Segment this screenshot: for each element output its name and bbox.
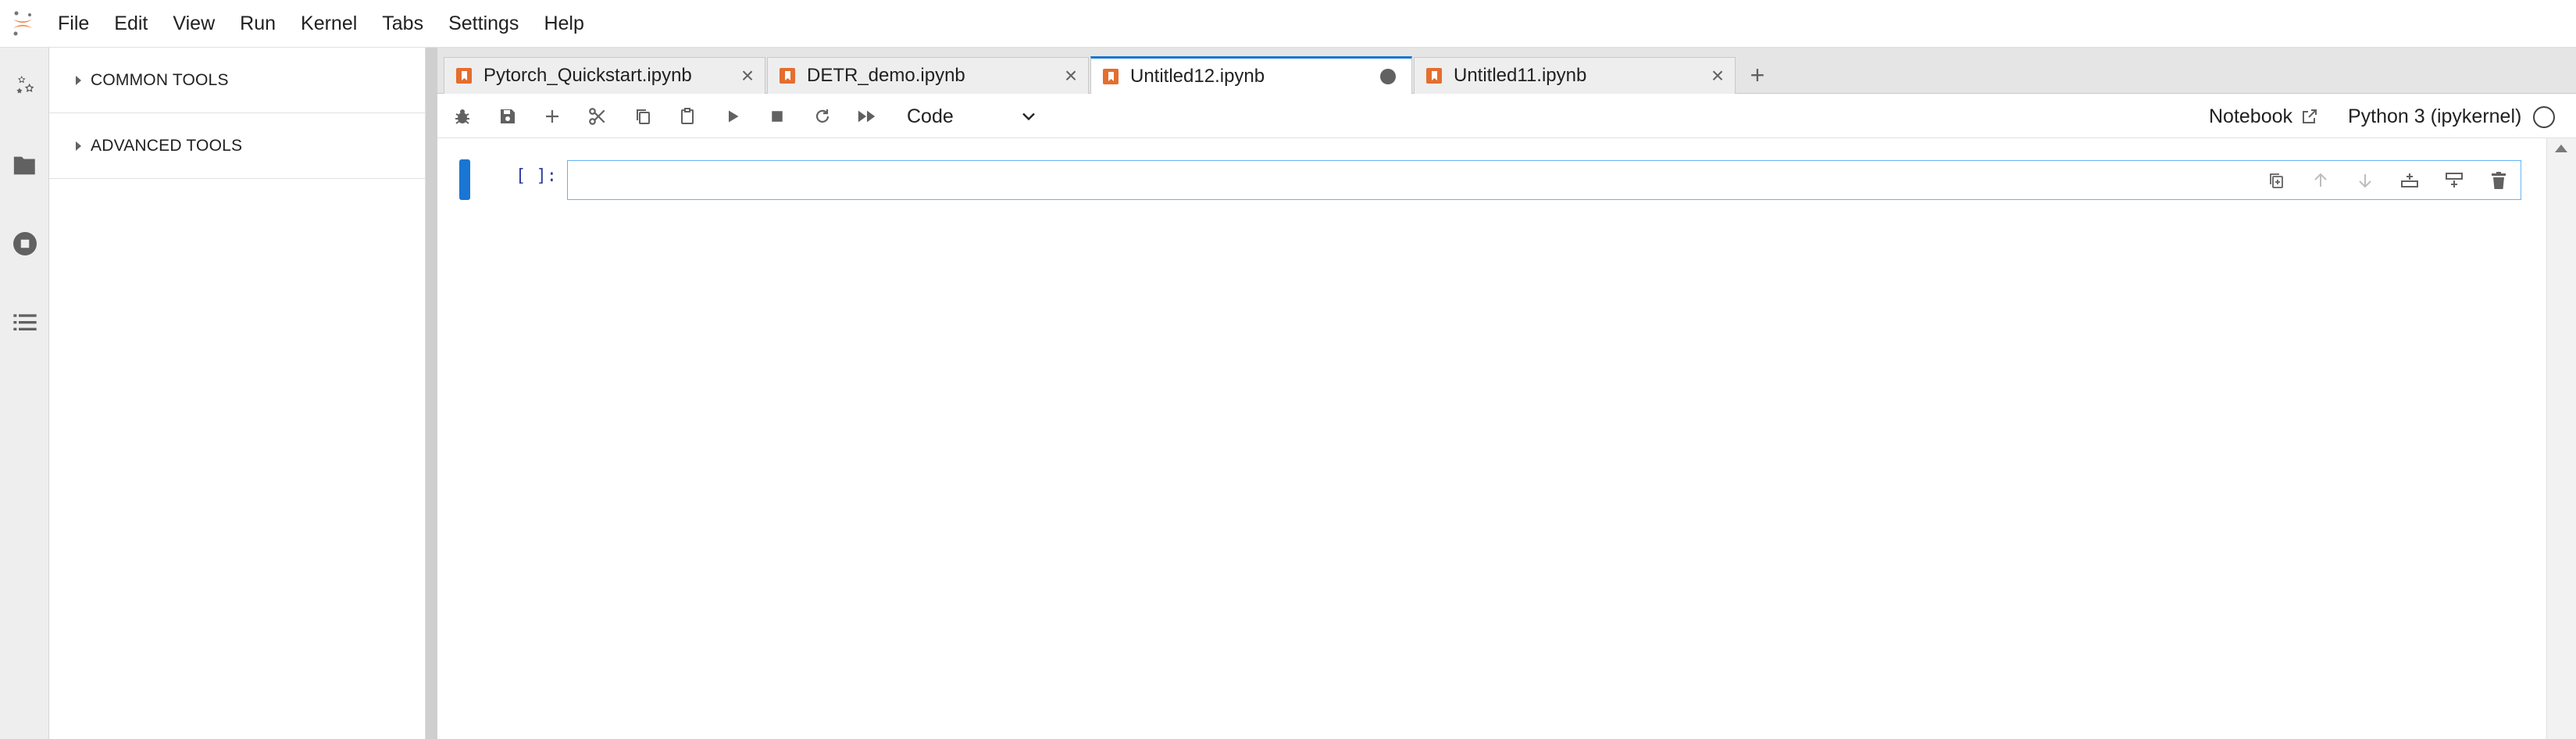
move-up-icon[interactable]: [2298, 161, 2342, 199]
menu-edit[interactable]: Edit: [102, 0, 160, 48]
duplicate-cell-icon[interactable]: [2253, 161, 2298, 199]
tab-label: Pytorch_Quickstart.ipynb: [483, 65, 692, 86]
main-area: Pytorch_Quickstart.ipynb × DETR_demo.ipy…: [437, 48, 2576, 739]
chevron-down-icon: [1022, 112, 1035, 121]
menu-file[interactable]: File: [45, 0, 102, 48]
jupyter-logo-icon: [0, 0, 45, 48]
debugger-icon[interactable]: [447, 101, 478, 132]
notebook-label: Notebook: [2209, 105, 2293, 127]
cell-toolbar: [2253, 161, 2521, 199]
run-all-button[interactable]: [851, 101, 883, 132]
close-icon[interactable]: ×: [1700, 63, 1735, 88]
insert-below-icon[interactable]: [2432, 161, 2476, 199]
insert-above-icon[interactable]: [2387, 161, 2432, 199]
tab-label: Untitled11.ipynb: [1454, 65, 1587, 86]
code-cell-editor[interactable]: [567, 160, 2521, 200]
kernel-name-button[interactable]: Python 3 (ipykernel): [2348, 101, 2521, 132]
save-button[interactable]: [492, 101, 523, 132]
menu-bar: File Edit View Run Kernel Tabs Settings …: [0, 0, 2576, 48]
tab-detr-demo[interactable]: DETR_demo.ipynb ×: [767, 57, 1089, 94]
notebook-icon: [1426, 68, 1442, 84]
external-link-icon: [2303, 109, 2317, 123]
section-label: COMMON TOOLS: [91, 70, 229, 89]
caret-right-icon: [76, 141, 81, 151]
property-inspector-panel: COMMON TOOLS ADVANCED TOOLS: [49, 48, 426, 739]
run-button[interactable]: [717, 101, 748, 132]
close-icon[interactable]: ×: [1054, 63, 1088, 88]
notebook-toolbar: Code Notebook Python 3 (ipykernel): [437, 94, 2576, 138]
section-common-tools[interactable]: COMMON TOOLS: [49, 48, 425, 113]
kernel-status-idle-icon: [2533, 106, 2555, 128]
cell-type-select[interactable]: Code: [907, 101, 1040, 132]
menu-tabs[interactable]: Tabs: [369, 0, 436, 48]
tab-bar: Pytorch_Quickstart.ipynb × DETR_demo.ipy…: [437, 48, 2576, 94]
notebook-icon: [780, 68, 795, 84]
tab-untitled11[interactable]: Untitled11.ipynb ×: [1414, 57, 1736, 94]
unsaved-dot-icon[interactable]: [1380, 68, 1396, 84]
tab-label: Untitled12.ipynb: [1130, 65, 1265, 87]
cell-collapser[interactable]: [459, 159, 470, 200]
section-advanced-tools[interactable]: ADVANCED TOOLS: [49, 113, 425, 179]
activity-bar: [0, 48, 49, 739]
move-down-icon[interactable]: [2342, 161, 2387, 199]
menu-view[interactable]: View: [160, 0, 227, 48]
copy-button[interactable]: [627, 101, 658, 132]
open-in-notebook-button[interactable]: Notebook: [2209, 101, 2319, 132]
paste-button[interactable]: [672, 101, 703, 132]
cell-type-value: Code: [907, 105, 954, 127]
cut-button[interactable]: [582, 101, 613, 132]
sidebar-splitter[interactable]: [426, 48, 437, 739]
insert-cell-button[interactable]: [537, 101, 568, 132]
caret-right-icon: [76, 75, 81, 85]
folder-icon[interactable]: [0, 141, 49, 190]
section-label: ADVANCED TOOLS: [91, 136, 243, 155]
table-of-contents-icon[interactable]: [0, 298, 49, 347]
tab-label: DETR_demo.ipynb: [807, 65, 965, 86]
notebook-icon: [1103, 68, 1119, 84]
tab-pytorch-quickstart[interactable]: Pytorch_Quickstart.ipynb ×: [444, 57, 765, 94]
notebook-icon: [456, 68, 472, 84]
add-tab-button[interactable]: +: [1739, 57, 1776, 94]
menu-kernel[interactable]: Kernel: [288, 0, 369, 48]
vertical-scrollbar[interactable]: [2546, 138, 2576, 739]
close-icon[interactable]: ×: [730, 63, 765, 88]
tab-untitled12[interactable]: Untitled12.ipynb: [1090, 56, 1412, 94]
property-inspector-icon[interactable]: [0, 62, 49, 111]
menu-help[interactable]: Help: [531, 0, 596, 48]
running-kernels-icon[interactable]: [0, 219, 49, 268]
menu-settings[interactable]: Settings: [436, 0, 531, 48]
restart-kernel-button[interactable]: [807, 101, 838, 132]
menu-run[interactable]: Run: [227, 0, 288, 48]
delete-cell-icon[interactable]: [2476, 161, 2521, 199]
cell-prompt: [ ]:: [516, 166, 557, 186]
interrupt-button[interactable]: [762, 101, 793, 132]
scroll-up-arrow-icon[interactable]: [2555, 145, 2567, 152]
